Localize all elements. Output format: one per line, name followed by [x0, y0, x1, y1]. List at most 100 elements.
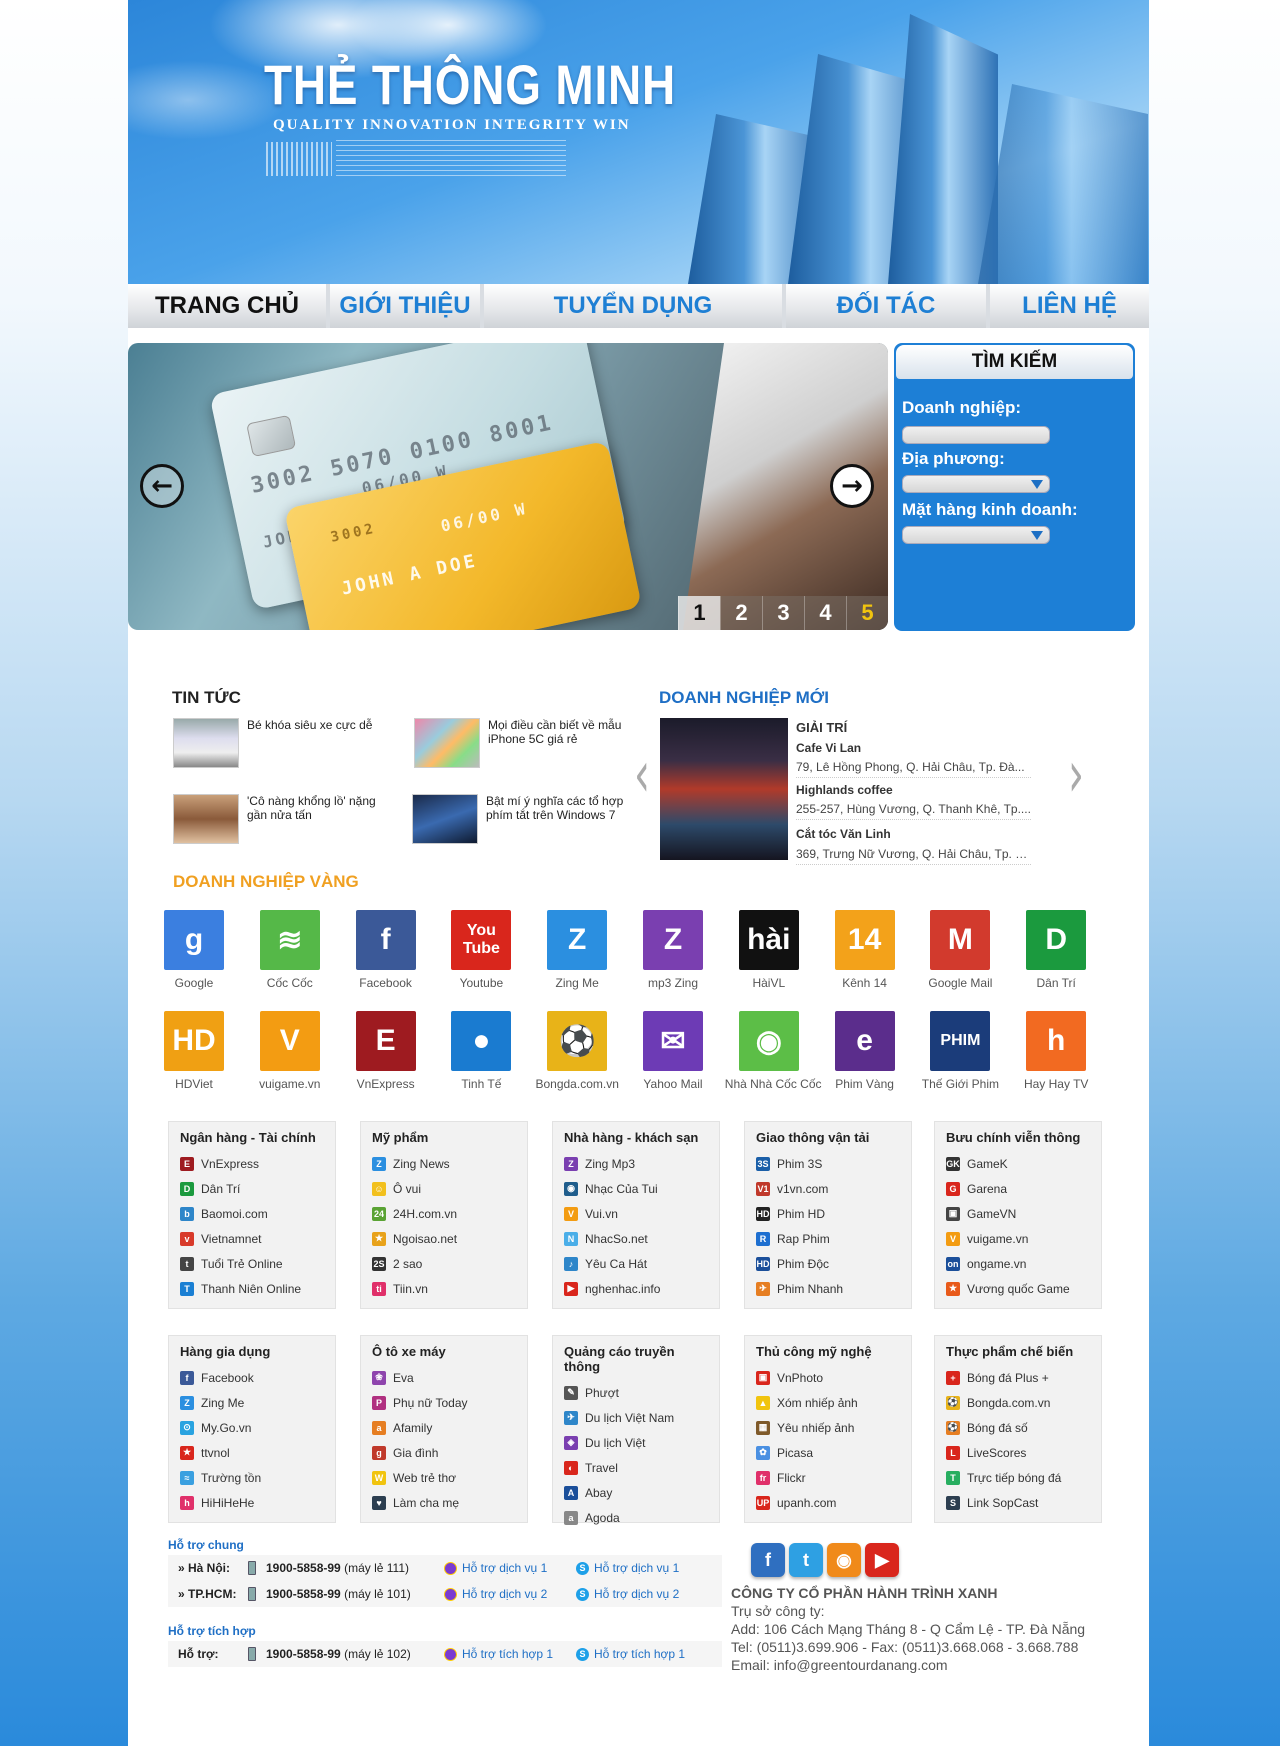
gold-business-item[interactable]: ≋ Cốc Cốc: [246, 910, 334, 990]
category-link[interactable]: ▣ GameVN: [946, 1201, 1090, 1226]
gold-business-item[interactable]: h Hay Hay TV: [1012, 1011, 1100, 1091]
gold-business-item[interactable]: ⚽ Bongda.com.vn: [533, 1011, 621, 1091]
category-link[interactable]: b Baomoi.com: [180, 1201, 324, 1226]
category-link[interactable]: UP upanh.com: [756, 1490, 900, 1515]
category-link[interactable]: ★ Ngoisao.net: [372, 1226, 516, 1251]
category-link[interactable]: ▦ Yêu nhiếp ảnh: [756, 1415, 900, 1440]
enterprise-input[interactable]: [902, 426, 1050, 444]
category-link[interactable]: ★ Vương quốc Game: [946, 1276, 1090, 1301]
category-link[interactable]: Z Zing News: [372, 1151, 516, 1176]
chevron-right-icon[interactable]: ›: [1068, 738, 1084, 812]
category-link[interactable]: A Abay: [564, 1480, 708, 1505]
slider-page-2[interactable]: 2: [720, 596, 762, 630]
category-link[interactable]: a Agoda: [564, 1505, 708, 1530]
category-link[interactable]: ❀ Eva: [372, 1365, 516, 1390]
category-link[interactable]: W Web trẻ thơ: [372, 1465, 516, 1490]
location-select[interactable]: [902, 475, 1050, 493]
category-link[interactable]: P Phụ nữ Today: [372, 1390, 516, 1415]
gold-business-item[interactable]: E VnExpress: [342, 1011, 430, 1091]
category-link[interactable]: 2S 2 sao: [372, 1251, 516, 1276]
category-link[interactable]: on ongame.vn: [946, 1251, 1090, 1276]
category-link[interactable]: G Garena: [946, 1176, 1090, 1201]
category-link[interactable]: ⊙ My.Go.vn: [180, 1415, 324, 1440]
category-link[interactable]: ★ ttvnol: [180, 1440, 324, 1465]
slider-page-5[interactable]: 5: [846, 596, 888, 630]
category-link[interactable]: ✎ Phượt: [564, 1380, 708, 1405]
gold-business-item[interactable]: e Phim Vàng: [821, 1011, 909, 1091]
rss-icon[interactable]: ◉: [827, 1543, 861, 1577]
category-link[interactable]: fr Flickr: [756, 1465, 900, 1490]
gold-business-item[interactable]: ● Tinh Tế: [437, 1011, 525, 1091]
yahoo-support-link[interactable]: Hỗ trợ tích hợp 1: [444, 1647, 576, 1661]
category-link[interactable]: ✈ Du lịch Việt Nam: [564, 1405, 708, 1430]
category-link[interactable]: N NhacSo.net: [564, 1226, 708, 1251]
business-select[interactable]: [902, 526, 1050, 544]
category-link[interactable]: R Rap Phim: [756, 1226, 900, 1251]
news-headline[interactable]: 'Cô nàng khổng lồ' nặng gần nửa tấn: [247, 794, 397, 822]
skype-support-link[interactable]: S Hỗ trợ dịch vụ 2: [576, 1587, 708, 1601]
chevron-left-icon[interactable]: ‹: [634, 738, 650, 812]
nav-item-partners[interactable]: ĐỐI TÁC: [786, 284, 986, 328]
slider-page-4[interactable]: 4: [804, 596, 846, 630]
gold-business-item[interactable]: hài HàiVL: [725, 910, 813, 990]
category-link[interactable]: g Gia đình: [372, 1440, 516, 1465]
category-link[interactable]: ☺ Ô vui: [372, 1176, 516, 1201]
gold-business-item[interactable]: PHIM Thế Giới Phim: [916, 1011, 1004, 1091]
category-link[interactable]: v Vietnamnet: [180, 1226, 324, 1251]
gold-business-item[interactable]: You Tube Youtube: [437, 910, 525, 990]
skype-support-link[interactable]: S Hỗ trợ tích hợp 1: [576, 1647, 708, 1661]
category-link[interactable]: T Thanh Niên Online: [180, 1276, 324, 1301]
news-item[interactable]: Bật mí ý nghĩa các tổ hợp phím tắt trên …: [412, 794, 642, 850]
category-link[interactable]: V1 v1vn.com: [756, 1176, 900, 1201]
category-link[interactable]: a Afamily: [372, 1415, 516, 1440]
category-link[interactable]: T Trực tiếp bóng đá: [946, 1465, 1090, 1490]
category-link[interactable]: t Tuổi Trẻ Online: [180, 1251, 324, 1276]
gold-business-item[interactable]: Zmp3 Zing: [629, 910, 717, 990]
slider-prev-arrow-icon[interactable]: ←: [140, 464, 184, 508]
gold-business-item[interactable]: D Dân Trí: [1012, 910, 1100, 990]
news-headline[interactable]: Bật mí ý nghĩa các tổ hợp phím tắt trên …: [486, 794, 636, 822]
category-link[interactable]: ▣ VnPhoto: [756, 1365, 900, 1390]
category-link[interactable]: HD Phim Độc: [756, 1251, 900, 1276]
category-link[interactable]: ⚽ Bongda.com.vn: [946, 1390, 1090, 1415]
business-name[interactable]: Highlands coffee: [796, 783, 893, 797]
category-link[interactable]: ⚽ Bóng đá số: [946, 1415, 1090, 1440]
category-link[interactable]: ✈ Phim Nhanh: [756, 1276, 900, 1301]
category-link[interactable]: D Dân Trí: [180, 1176, 324, 1201]
category-link[interactable]: Vvuigame.vn: [946, 1226, 1090, 1251]
category-link[interactable]: ◉ Nhạc Của Tui: [564, 1176, 708, 1201]
nav-item-contact[interactable]: LIÊN HỆ: [990, 284, 1149, 328]
gold-business-item[interactable]: ◉ Nhà Nhà Cốc Cốc: [725, 1011, 822, 1091]
category-link[interactable]: + Bóng đá Plus +: [946, 1365, 1090, 1390]
news-headline[interactable]: Mọi điều cần biết về mẫu iPhone 5C giá r…: [488, 718, 638, 746]
category-link[interactable]: ♥ Làm cha mẹ: [372, 1490, 516, 1515]
category-link[interactable]: ≈ Trường tồn: [180, 1465, 324, 1490]
news-item[interactable]: Bé khóa siêu xe cực dễ: [173, 718, 403, 774]
slider-next-arrow-icon[interactable]: →: [830, 464, 874, 508]
twitter-icon[interactable]: t: [789, 1543, 823, 1577]
nav-item-home[interactable]: TRANG CHỦ: [128, 284, 326, 328]
category-link[interactable]: Z Zing Mp3: [564, 1151, 708, 1176]
skype-support-link[interactable]: S Hỗ trợ dịch vụ 1: [576, 1561, 708, 1575]
category-link[interactable]: L LiveScores: [946, 1440, 1090, 1465]
category-link[interactable]: ♪ Yêu Ca Hát: [564, 1251, 708, 1276]
category-link[interactable]: Z Zing Me: [180, 1390, 324, 1415]
youtube-icon[interactable]: ▶: [865, 1543, 899, 1577]
gold-business-item[interactable]: Vvuigame.vn: [246, 1011, 334, 1091]
gold-business-item[interactable]: g Google: [150, 910, 238, 990]
category-link[interactable]: 3S Phim 3S: [756, 1151, 900, 1176]
gold-business-item[interactable]: M Google Mail: [916, 910, 1004, 990]
facebook-icon[interactable]: f: [751, 1543, 785, 1577]
gold-business-item[interactable]: HD HDViet: [150, 1011, 238, 1091]
category-link[interactable]: ✿ Picasa: [756, 1440, 900, 1465]
category-link[interactable]: S Link SopCast: [946, 1490, 1090, 1515]
gold-business-item[interactable]: 14 Kênh 14: [821, 910, 909, 990]
gold-business-item[interactable]: ✉ Yahoo Mail: [629, 1011, 717, 1091]
category-link[interactable]: 24 24H.com.vn: [372, 1201, 516, 1226]
category-link[interactable]: E VnExpress: [180, 1151, 324, 1176]
news-item[interactable]: 'Cô nàng khổng lồ' nặng gần nửa tấn: [173, 794, 403, 850]
yahoo-support-link[interactable]: Hỗ trợ dịch vụ 2: [444, 1587, 576, 1601]
category-link[interactable]: ▶ nghenhac.info: [564, 1276, 708, 1301]
category-link[interactable]: ◈ Du lịch Việt: [564, 1430, 708, 1455]
news-item[interactable]: Mọi điều cần biết về mẫu iPhone 5C giá r…: [414, 718, 644, 774]
